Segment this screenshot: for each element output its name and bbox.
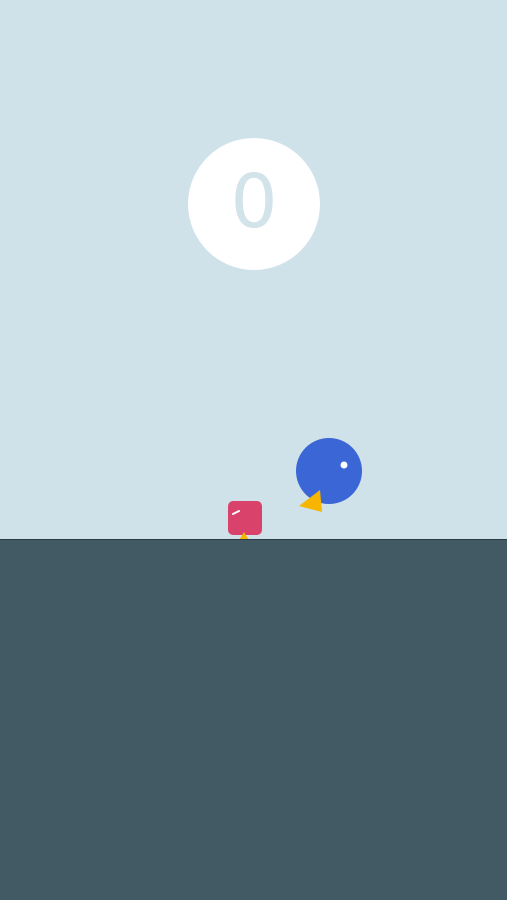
player-body [296,438,362,504]
game-canvas[interactable]: 0 [0,0,507,900]
enemy-body [228,501,262,535]
ground [0,539,507,900]
score-bubble: 0 [188,138,320,270]
pink-cube-enemy [228,501,262,540]
score-counter: 0 [230,159,278,245]
player-eye [340,461,348,469]
blue-bird-player [296,438,362,512]
